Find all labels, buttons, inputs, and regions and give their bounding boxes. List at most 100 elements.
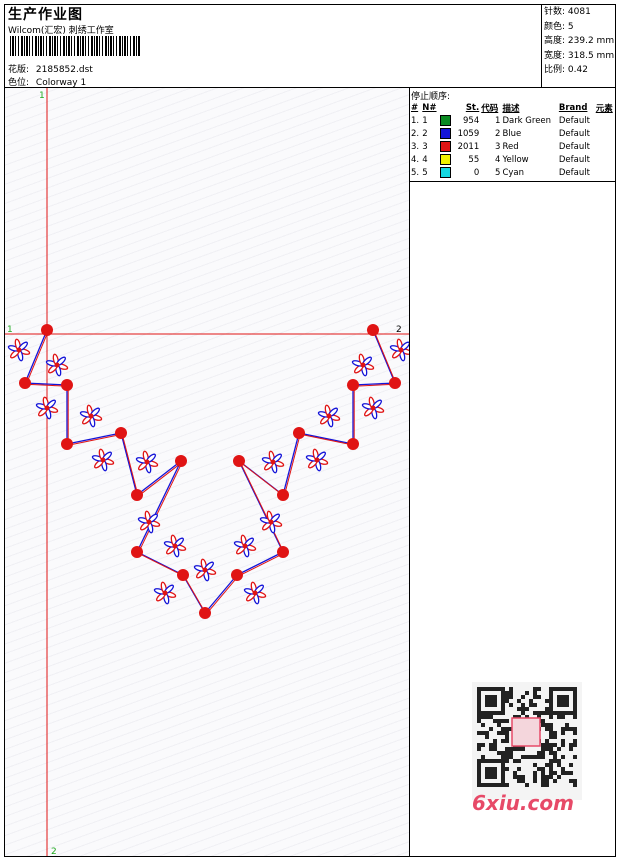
stat-colors: 颜色: 5 <box>544 21 574 32</box>
color-row[interactable]: 2. 2 1059 2 Blue Default <box>410 127 616 140</box>
chain-segment <box>66 432 122 445</box>
watermark-text: 6xiu.com <box>472 791 574 815</box>
flower-motif <box>305 448 329 472</box>
row-brand: Default <box>558 128 590 139</box>
col-description: 描述 <box>502 103 520 114</box>
row-code: 5 <box>495 167 501 178</box>
chain-segment <box>68 433 123 446</box>
marker-left: 1 <box>7 325 13 335</box>
bead-dot <box>277 546 289 558</box>
embroidery-dots <box>19 324 401 619</box>
row-description: Red <box>502 141 519 152</box>
color-row[interactable]: 4. 4 55 4 Yellow Default <box>410 153 616 166</box>
flower-motif <box>135 450 159 474</box>
row-stitches: 0 <box>473 167 480 178</box>
bead-dot <box>131 546 143 558</box>
chain-segment <box>300 433 355 446</box>
row-element <box>595 153 616 166</box>
bead-dot <box>233 455 245 467</box>
flower-motif <box>259 510 283 534</box>
bead-dot <box>199 607 211 619</box>
bead-dot <box>347 438 359 450</box>
col-index: # <box>411 102 419 113</box>
row-needle: 4 <box>422 154 428 165</box>
color-row[interactable]: 3. 3 2011 3 Red Default <box>410 140 616 153</box>
row-index: 1. <box>411 115 420 126</box>
row-brand: Default <box>558 154 590 165</box>
row-brand: Default <box>558 115 590 126</box>
row-needle: 3 <box>422 141 428 152</box>
row-stitches: 2011 <box>457 141 480 152</box>
chain-segment <box>205 575 239 615</box>
flower-motif <box>261 450 285 474</box>
bead-dot <box>177 569 189 581</box>
flower-motif <box>193 558 217 582</box>
col-brand: Brand <box>558 102 588 113</box>
page-title: 生产作业图 <box>8 7 83 23</box>
col-code: 代码 <box>481 103 499 114</box>
row-swatch <box>439 140 453 153</box>
flower-motif <box>45 353 69 377</box>
chain-segment <box>24 329 48 384</box>
color-swatch <box>440 141 452 152</box>
row-index: 3. <box>411 141 420 152</box>
row-brand: Default <box>558 141 590 152</box>
colorway-row: 色位: Colorway 1 <box>8 75 86 88</box>
row-code: 4 <box>495 154 501 165</box>
flower-motif <box>79 404 103 428</box>
flower-motif <box>233 534 257 558</box>
chain-segment <box>283 434 301 497</box>
flower-motif <box>35 396 59 420</box>
colorway-label: 色位: <box>8 78 30 88</box>
chain-segment <box>239 461 285 497</box>
chain-segment <box>25 331 49 385</box>
row-swatch <box>439 127 453 140</box>
header-divider <box>541 4 542 88</box>
bead-dot <box>41 324 53 336</box>
embroidery-flowers <box>7 338 413 605</box>
row-needle: 5 <box>422 167 428 178</box>
chain-segment <box>239 461 285 554</box>
flower-motif <box>243 581 267 605</box>
chain-segment <box>237 552 285 577</box>
chain-segment <box>298 432 354 445</box>
stat-height: 高度: 239.2 mm <box>544 36 615 46</box>
flower-motif <box>163 534 187 558</box>
design-stats: 针数: 4081 颜色: 5 高度: 239.2 mm 宽度: 318.5 mm… <box>544 5 614 78</box>
design-value: 2185852.dst <box>35 65 93 75</box>
marker-top: 1 <box>39 91 45 101</box>
stamp-icon <box>511 717 541 747</box>
row-index: 4. <box>411 154 420 165</box>
stat-stitches: 针数: 4081 <box>544 7 591 17</box>
bead-dot <box>175 455 187 467</box>
row-element <box>595 114 616 127</box>
design-canvas[interactable]: 1 2 1 2 <box>5 88 413 857</box>
row-description: Yellow <box>502 154 529 165</box>
color-row[interactable]: 5. 5 0 5 Cyan Default <box>410 166 616 179</box>
row-code: 2 <box>495 128 501 139</box>
color-swatch <box>440 154 452 165</box>
bead-dot <box>347 379 359 391</box>
design-row: 花版: 2185852.dst <box>8 62 93 75</box>
chain-segment <box>236 551 284 576</box>
row-code: 1 <box>495 115 501 126</box>
bead-dot <box>19 377 31 389</box>
bead-dot <box>293 427 305 439</box>
bead-dot <box>115 427 127 439</box>
color-row[interactable]: 1. 1 954 1 Dark Green Default <box>410 114 616 127</box>
row-index: 2. <box>411 128 420 139</box>
colorway-value: Colorway 1 <box>35 78 87 88</box>
row-brand: Default <box>558 167 590 178</box>
bead-dot <box>61 438 73 450</box>
marker-bottom: 2 <box>51 847 57 856</box>
bead-dot <box>389 377 401 389</box>
row-swatch <box>439 153 453 166</box>
col-swatch <box>439 101 453 114</box>
color-swatch <box>440 167 452 178</box>
flower-motif <box>153 581 177 605</box>
row-needle: 1 <box>422 115 428 126</box>
flower-motif <box>361 396 385 420</box>
flower-motif <box>317 404 341 428</box>
row-description: Cyan <box>502 167 524 178</box>
bead-dot <box>231 569 243 581</box>
